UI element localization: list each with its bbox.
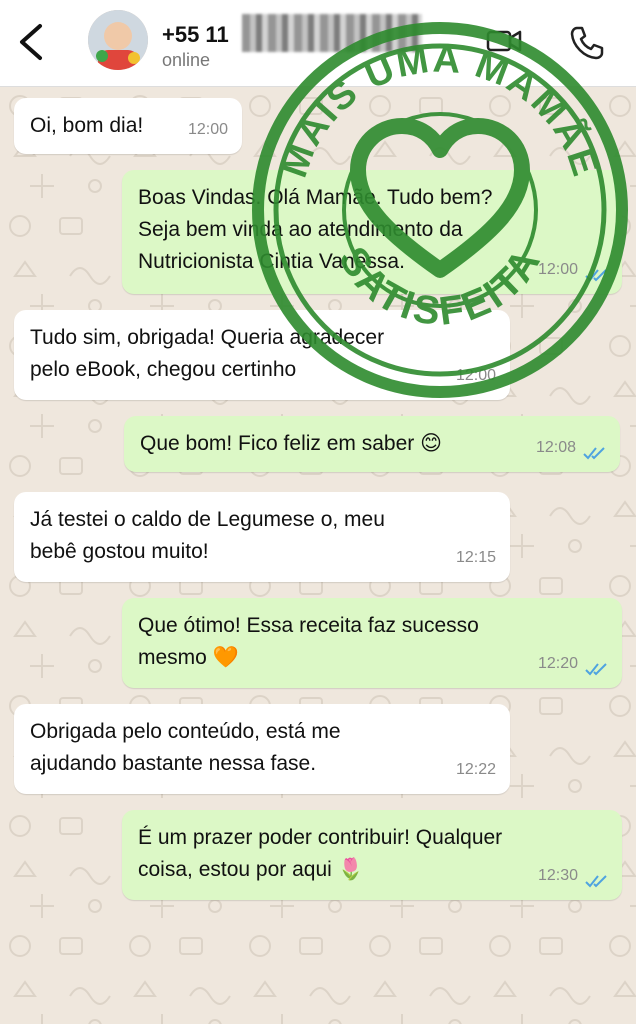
message-bubble-incoming[interactable]: Obrigada pelo conteúdo, está me ajudando… (14, 704, 510, 794)
double-check-icon (585, 875, 607, 888)
message-text: Boas Vindas. Olá Mamãe. Tudo bem? (138, 186, 493, 209)
avatar[interactable] (88, 10, 148, 70)
message-time: 12:00 (537, 261, 578, 278)
message-bubble-outgoing[interactable]: É um prazer poder contribuir! Qualquer c… (122, 810, 622, 900)
message-bubble-outgoing[interactable]: Que bom! Fico feliz em saber 😊 12:08 (124, 416, 620, 472)
contact-name[interactable]: +55 11 (162, 22, 229, 48)
message-time: 12:00 (187, 121, 228, 138)
message-text: Seja bem vinda ao atendimento da (138, 218, 463, 241)
redacted-number (242, 14, 422, 52)
back-arrow-icon[interactable] (14, 22, 50, 62)
double-check-icon (583, 447, 605, 460)
message-text: ajudando bastante nessa fase. (30, 752, 317, 775)
message-text: mesmo 🧡 (138, 646, 239, 669)
message-text: Que ótimo! Essa receita faz sucesso (138, 614, 479, 637)
contact-status: online (162, 50, 211, 70)
double-check-icon (585, 663, 607, 676)
message-text: Já testei o caldo de Legumese o, meu (30, 508, 385, 531)
message-time: 12:08 (535, 439, 576, 456)
message-time: 12:30 (537, 867, 578, 884)
video-call-icon[interactable] (486, 28, 522, 54)
message-text: É um prazer poder contribuir! Qualquer (138, 826, 503, 849)
double-check-icon (585, 269, 607, 282)
message-time: 12:15 (455, 549, 496, 566)
phone-icon[interactable] (568, 24, 606, 62)
message-text: Obrigada pelo conteúdo, está me (30, 720, 341, 743)
message-bubble-incoming[interactable]: Oi, bom dia! 12:00 (14, 98, 242, 154)
message-time: 12:00 (455, 367, 496, 384)
message-text: bebê gostou muito! (30, 540, 209, 563)
message-text: Nutricionista Cintia Vanessa. (138, 250, 405, 273)
message-time: 12:22 (455, 761, 496, 778)
message-bubble-outgoing[interactable]: Boas Vindas. Olá Mamãe. Tudo bem? Seja b… (122, 170, 622, 294)
message-text: Que bom! Fico feliz em saber 😊 (140, 432, 442, 455)
message-text: coisa, estou por aqui 🌷 (138, 858, 364, 881)
message-text: Tudo sim, obrigada! Queria agradecer (30, 326, 385, 349)
message-bubble-outgoing[interactable]: Que ótimo! Essa receita faz sucesso mesm… (122, 598, 622, 688)
chat-header: +55 11 online (0, 0, 636, 87)
message-time: 12:20 (537, 655, 578, 672)
message-bubble-incoming[interactable]: Já testei o caldo de Legumese o, meu beb… (14, 492, 510, 582)
message-text: pelo eBook, chegou certinho (30, 358, 297, 381)
message-bubble-incoming[interactable]: Tudo sim, obrigada! Queria agradecer pel… (14, 310, 510, 400)
